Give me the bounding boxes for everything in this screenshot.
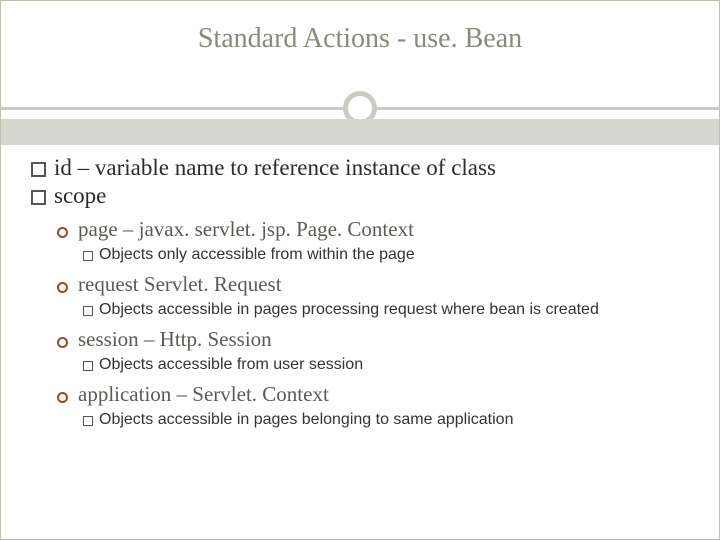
bullet-id: id – variable name to reference instance… — [31, 155, 689, 181]
scope-session: session – Http. Session — [57, 327, 689, 352]
circle-bullet-icon — [57, 227, 68, 238]
square-bullet-icon — [31, 162, 46, 177]
scope-head: page – javax. servlet. jsp. Page. Contex… — [78, 217, 414, 242]
header: Standard Actions - use. Bean — [1, 1, 719, 129]
square-bullet-icon — [83, 306, 93, 316]
square-bullet-icon — [31, 190, 46, 205]
scope-page: page – javax. servlet. jsp. Page. Contex… — [57, 217, 689, 242]
bullet-scope: scope — [31, 183, 689, 209]
scope-head: session – Http. Session — [78, 327, 272, 352]
slide-body: id – variable name to reference instance… — [1, 129, 719, 429]
scope-request-detail: Objects accessible in pages processing r… — [83, 301, 689, 319]
scope-application-detail: Objects accessible in pages belonging to… — [83, 411, 689, 429]
scope-sub: Objects accessible in pages belonging to… — [99, 411, 513, 429]
circle-bullet-icon — [57, 337, 68, 348]
scope-sub: Objects accessible from user session — [99, 356, 363, 374]
bullet-text: id – variable name to reference instance… — [54, 155, 496, 181]
square-bullet-icon — [83, 251, 93, 261]
scope-head: application – Servlet. Context — [78, 382, 329, 407]
circle-bullet-icon — [57, 282, 68, 293]
scope-application: application – Servlet. Context — [57, 382, 689, 407]
scope-head: request Servlet. Request — [78, 272, 282, 297]
scope-session-detail: Objects accessible from user session — [83, 356, 689, 374]
scope-request: request Servlet. Request — [57, 272, 689, 297]
slide: Standard Actions - use. Bean id – variab… — [0, 0, 720, 540]
square-bullet-icon — [83, 361, 93, 371]
slide-title: Standard Actions - use. Bean — [1, 23, 719, 55]
scope-sub: Objects accessible in pages processing r… — [99, 301, 599, 319]
scope-sub: Objects only accessible from within the … — [99, 246, 415, 264]
bullet-text: scope — [54, 183, 106, 209]
scope-page-detail: Objects only accessible from within the … — [83, 246, 689, 264]
square-bullet-icon — [83, 416, 93, 426]
circle-bullet-icon — [57, 392, 68, 403]
